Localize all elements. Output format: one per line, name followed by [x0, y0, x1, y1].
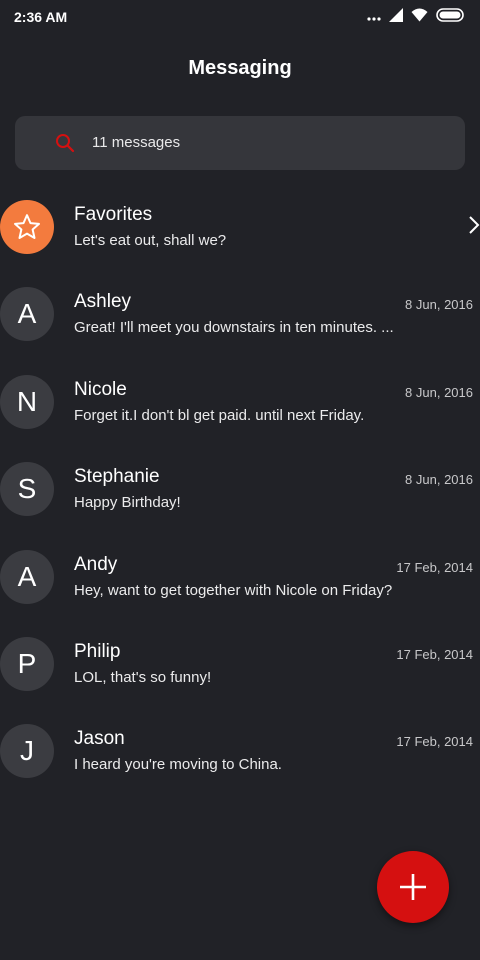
wifi-icon	[411, 8, 428, 27]
conversation-name: Favorites	[74, 204, 153, 225]
conversation-preview: Hey, want to get together with Nicole on…	[74, 581, 393, 599]
conversation-preview: Let's eat out, shall we?	[74, 232, 227, 249]
conversation-preview: Great! I'll meet you downstairs in ten m…	[74, 319, 394, 337]
search-placeholder: 11 messages	[92, 134, 181, 151]
avatar: S	[0, 462, 54, 517]
battery-icon	[436, 7, 466, 27]
avatar: A	[0, 287, 54, 342]
conversation-name: Philip	[74, 640, 121, 662]
conversation-date: 8 Jun, 2016	[405, 472, 473, 488]
app-header: Messaging	[0, 48, 480, 90]
conversation-name: Nicole	[74, 378, 127, 400]
conversation-item-philip[interactable]: P Philip 17 Feb, 2014 LOL, that's so fun…	[0, 621, 480, 708]
avatar: A	[0, 549, 54, 604]
conversation-item-ashley[interactable]: A Ashley 8 Jun, 2016 Great! I'll meet yo…	[0, 271, 480, 358]
conversation-preview: I heard you're moving to China.	[74, 756, 282, 774]
conversation-preview: LOL, that's so funny!	[74, 668, 212, 686]
conversation-preview: Happy Birthday!	[74, 494, 181, 512]
status-bar: 2:36 AM	[0, 0, 480, 34]
conversation-date: 8 Jun, 2016	[405, 297, 473, 313]
status-time: 2:36 AM	[14, 9, 68, 25]
avatar: J	[0, 724, 54, 779]
chevron-right-icon	[468, 214, 480, 236]
new-message-button[interactable]	[377, 851, 449, 923]
conversation-name: Andy	[74, 553, 118, 575]
conversation-date: 17 Feb, 2014	[396, 734, 473, 750]
conversation-item-nicole[interactable]: N Nicole 8 Jun, 2016 Forget it.I don't b…	[0, 359, 480, 446]
plus-icon	[400, 874, 426, 900]
conversation-name: Ashley	[74, 291, 132, 313]
conversation-item-jason[interactable]: J Jason 17 Feb, 2014 I heard you're movi…	[0, 708, 480, 795]
more-dots-icon	[367, 8, 381, 26]
status-icons	[367, 7, 466, 27]
search-icon	[55, 133, 75, 153]
conversation-name: Stephanie	[74, 466, 160, 488]
conversation-preview: Forget it.I don't bl get paid. until nex…	[74, 406, 365, 424]
conversation-item-andy[interactable]: A Andy 17 Feb, 2014 Hey, want to get tog…	[0, 534, 480, 621]
conversation-date: 17 Feb, 2014	[396, 646, 473, 662]
conversation-date: 17 Feb, 2014	[396, 559, 473, 575]
star-icon	[14, 214, 41, 239]
conversation-date: 8 Jun, 2016	[405, 384, 473, 400]
page-title: Messaging	[188, 57, 292, 79]
signal-icon	[389, 7, 403, 27]
conversation-item-stephanie[interactable]: S Stephanie 8 Jun, 2016 Happy Birthday!	[0, 446, 480, 533]
favorites-avatar	[0, 200, 54, 254]
conversation-list: Favorites Let's eat out, shall we? A Ash…	[0, 184, 480, 796]
messaging-screen: 2:36 AM Messaging 11 messages Favorites …	[0, 0, 480, 960]
conversation-item-favorites[interactable]: Favorites Let's eat out, shall we?	[0, 184, 480, 271]
conversation-name: Jason	[74, 728, 125, 750]
avatar: P	[0, 636, 54, 691]
avatar: N	[0, 374, 54, 429]
search-bar[interactable]: 11 messages	[15, 116, 465, 170]
